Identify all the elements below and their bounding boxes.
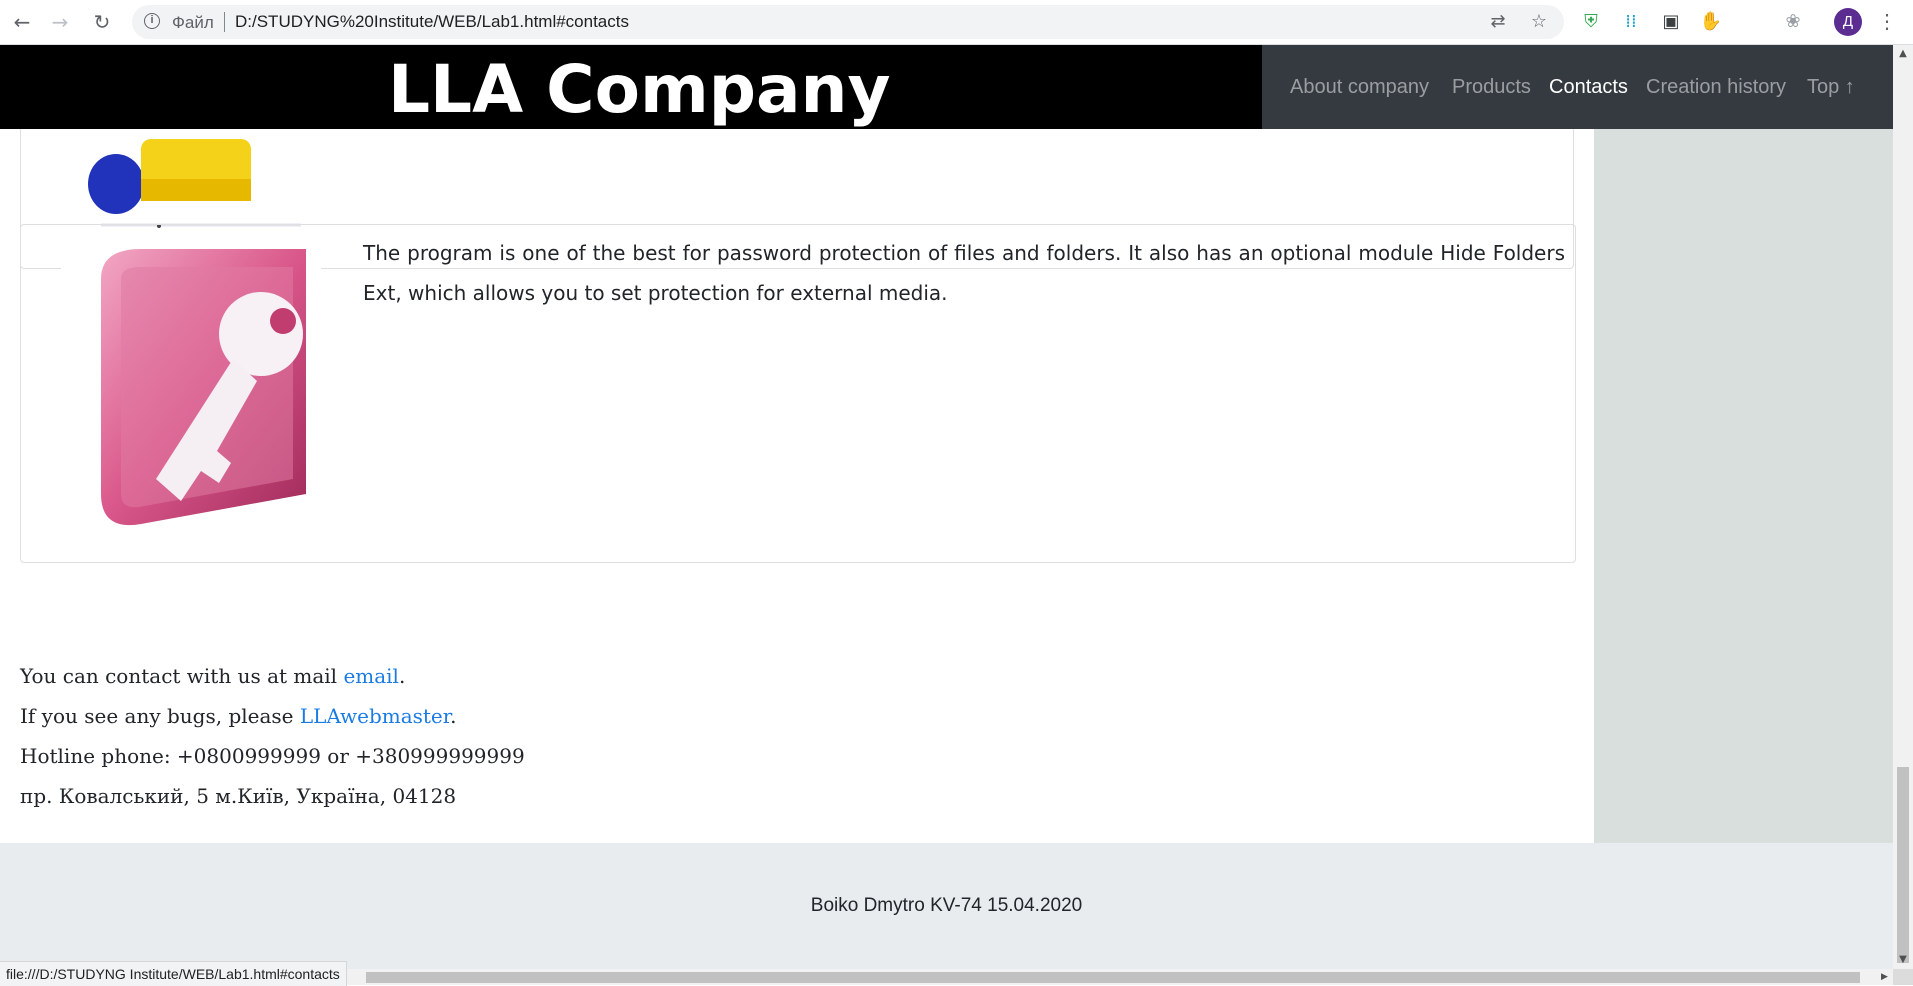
top-navigation: About company Products Contacts Creation… [1262,45,1893,129]
reload-icon[interactable]: ↻ [88,8,116,36]
paw-extension-icon[interactable]: ❀ [1780,9,1806,35]
right-sidebar [1594,45,1893,843]
hotline-phone: Hotline phone: +0800999999 or +380999999… [20,744,525,768]
scroll-up-arrow-icon[interactable]: ▲ [1893,45,1913,63]
site-header: LLA Company [0,45,1262,129]
omnibox-divider [224,12,225,32]
webmaster-link[interactable]: LLAwebmaster [300,704,450,728]
vertical-scrollbar[interactable]: ▲ ▼ [1893,45,1913,969]
nav-about-company[interactable]: About company [1290,76,1429,99]
profile-avatar[interactable]: Д [1834,8,1862,36]
browser-menu-icon[interactable]: ⋮ [1876,8,1898,36]
grid-extension-icon[interactable]: ⁞⁞ [1618,9,1644,35]
nav-products[interactable]: Products [1452,76,1531,99]
info-icon[interactable]: i [144,13,160,29]
shield-extension-icon[interactable]: ⛨ [1578,9,1604,35]
contact-bugs-period: . [450,704,457,728]
contact-bugs-line: If you see any bugs, please LLAwebmaster… [20,696,525,736]
scrollbar-corner [1893,969,1913,985]
contact-email-period: . [398,664,406,688]
bookmark-star-icon[interactable]: ☆ [1527,10,1551,34]
email-link[interactable]: email [343,664,399,688]
status-bar-url: file:///D:/STUDYNG Institute/WEB/Lab1.ht… [0,961,347,986]
site-footer: Boiko Dmytro KV-74 15.04.2020 [0,843,1893,969]
scroll-right-arrow-icon[interactable]: ▶ [1876,969,1893,985]
adblock-hand-icon[interactable]: ✋ [1698,9,1724,35]
key-product-image [61,239,321,539]
product-description: The program is one of the best for passw… [363,241,1565,305]
file-scheme-label: Файл [172,13,214,32]
vertical-scroll-thumb[interactable] [1897,767,1909,963]
site-brand[interactable]: LLA Company [388,45,891,129]
translate-icon[interactable]: ⇄ [1486,10,1510,34]
nav-creation-history[interactable]: Creation history [1646,76,1786,99]
forward-arrow-icon[interactable]: → [46,8,74,36]
product-card: The program is one of the best for passw… [20,224,1576,563]
horizontal-scroll-thumb[interactable] [366,972,1860,983]
footer-credits: Boiko Dmytro KV-74 15.04.2020 [810,895,1083,916]
nav-top[interactable]: Top ↑ [1807,76,1855,99]
scroll-down-arrow-icon[interactable]: ▼ [1893,951,1913,969]
postal-address: пр. Ковалський, 5 м.Київ, Україна, 04128 [20,784,457,808]
back-arrow-icon[interactable]: ← [8,8,36,36]
contacts-section: You can contact with us at mail email. I… [20,656,525,816]
contact-email-line: You can contact with us at mail email. [20,656,525,696]
contact-email-text: You can contact with us at mail [20,664,344,688]
nav-contacts[interactable]: Contacts [1549,76,1628,99]
browser-toolbar: ← → ↻ i Файл D:/STUDYNG%20Institute/WEB/… [0,0,1913,45]
address-bar[interactable]: i Файл D:/STUDYNG%20Institute/WEB/Lab1.h… [132,5,1564,39]
contact-bugs-text: If you see any bugs, please [20,704,300,728]
url-text[interactable]: D:/STUDYNG%20Institute/WEB/Lab1.html#con… [235,12,629,32]
document-extension-icon[interactable]: ▣ [1658,9,1684,35]
page-viewport: LLA Company About company Products Conta… [0,45,1893,969]
